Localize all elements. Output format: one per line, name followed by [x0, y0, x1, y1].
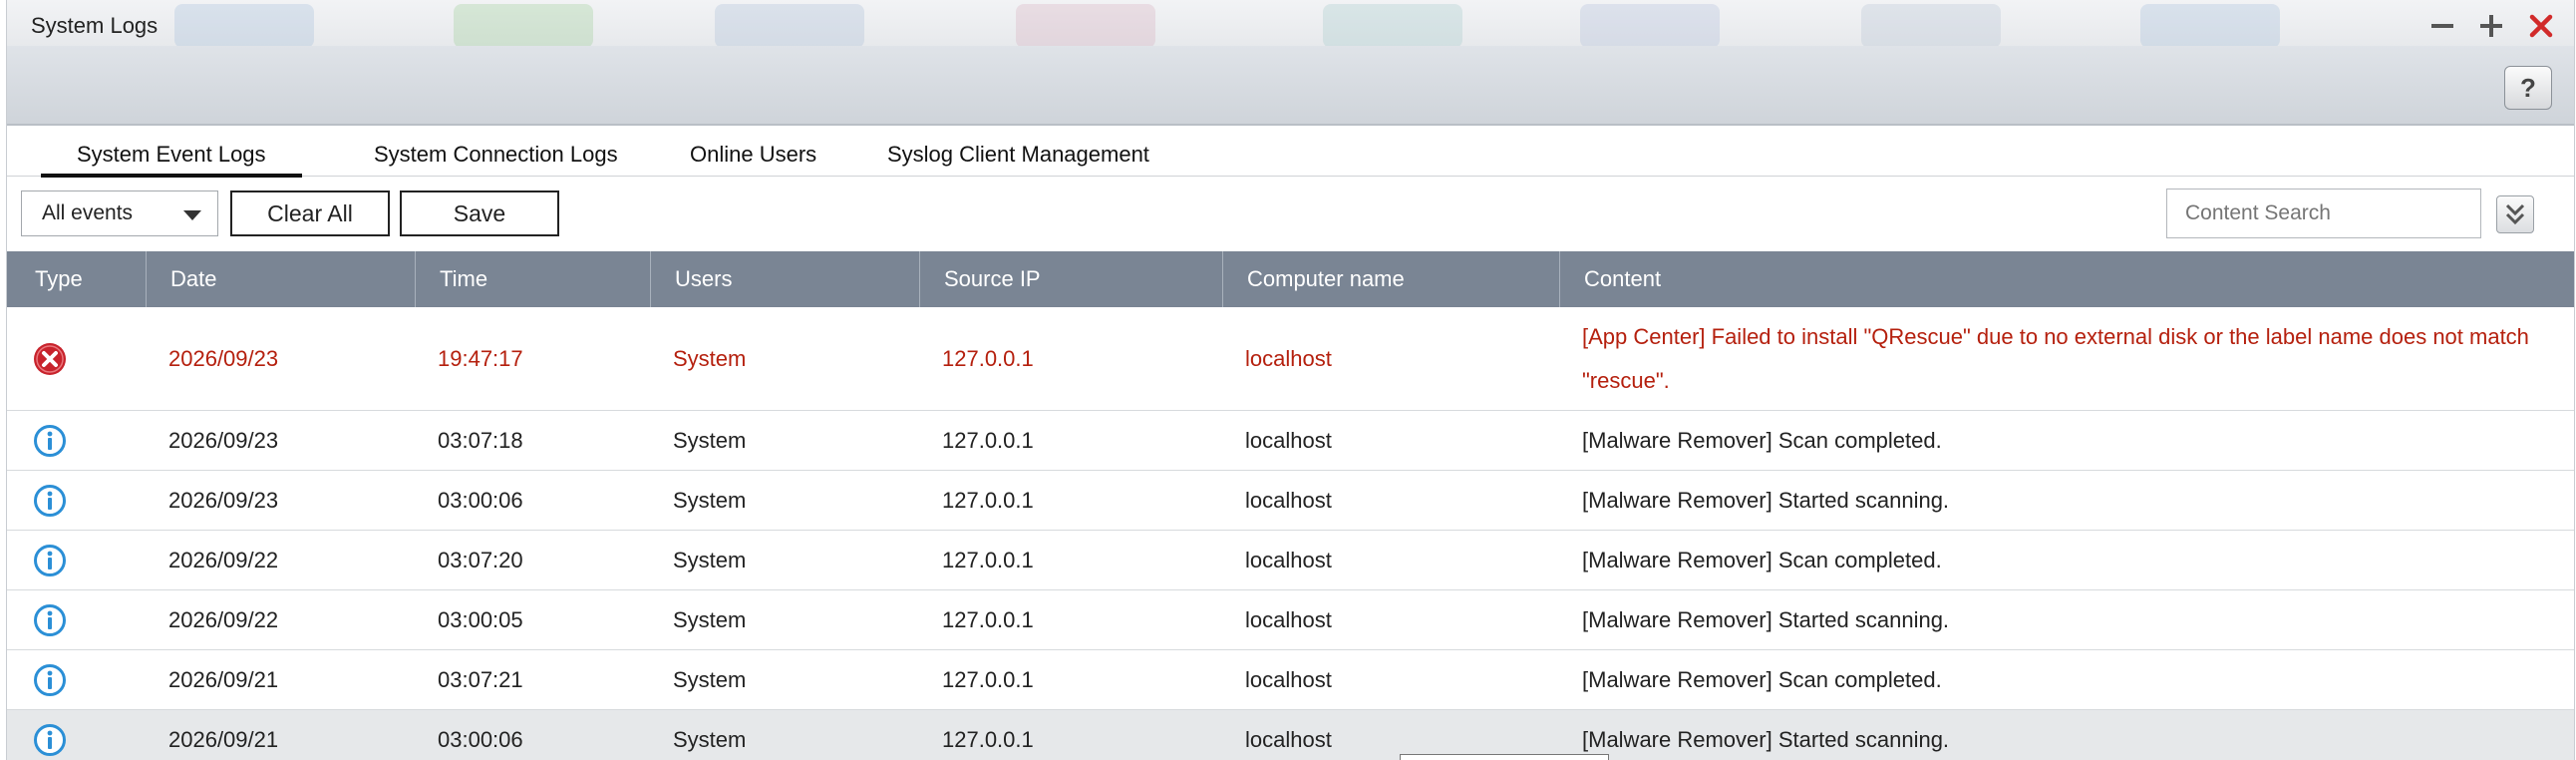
cell-content: [Malware Remover] Scan completed. — [1582, 667, 1942, 692]
tab-bar: System Event Logs System Connection Logs… — [7, 128, 2574, 178]
cell-source-ip: 127.0.0.1 — [942, 727, 1034, 752]
cell-user: System — [673, 607, 747, 632]
error-icon — [34, 343, 66, 375]
log-table-header: Type Date Time Users Source IP Computer … — [7, 251, 2574, 307]
cell-date: 2026/09/23 — [168, 488, 279, 513]
cell-time: 03:07:20 — [438, 548, 523, 572]
column-header-users[interactable]: Users — [651, 251, 920, 307]
table-row[interactable]: 2026/09/23 03:00:06 System 127.0.0.1 localho… — [7, 471, 2574, 531]
chevron-down-icon — [183, 210, 201, 220]
content-search-input[interactable] — [2166, 189, 2481, 238]
cell-user: System — [673, 727, 747, 752]
tab-online-users[interactable]: Online Users — [690, 142, 816, 168]
double-chevron-down-icon — [2505, 203, 2525, 225]
cell-date: 2026/09/22 — [168, 548, 279, 572]
cell-source-ip: 127.0.0.1 — [942, 607, 1034, 632]
watermark-app-icon — [1016, 4, 1155, 48]
tab-syslog-client-management[interactable]: Syslog Client Management — [887, 142, 1149, 168]
cell-time: 19:47:17 — [438, 346, 523, 371]
watermark-app-icon — [1861, 4, 2001, 48]
cell-time: 03:07:21 — [438, 667, 523, 692]
watermark-app-icon — [715, 4, 864, 48]
cell-content: [Malware Remover] Started scanning. — [1582, 607, 1950, 632]
cell-computer-name: localhost — [1245, 488, 1332, 513]
cell-content: [Malware Remover] Scan completed. — [1582, 428, 1942, 453]
cell-source-ip: 127.0.0.1 — [942, 548, 1034, 572]
cell-date: 2026/09/21 — [168, 667, 279, 692]
event-filter-value: All events — [42, 201, 134, 224]
system-logs-window: System Logs ? System Event Logs System C… — [6, 0, 2575, 760]
table-row[interactable]: 2026/09/22 03:07:20 System 127.0.0.1 localho… — [7, 531, 2574, 590]
table-row[interactable]: 2026/09/23 19:47:17 System 127.0.0.1 localho… — [7, 307, 2574, 411]
column-header-type[interactable]: Type — [7, 251, 147, 307]
info-icon — [34, 604, 66, 636]
cell-content: [Malware Remover] Started scanning. — [1582, 727, 1950, 752]
tooltip-edge — [1400, 754, 1609, 760]
toolbar: All events Clear All Save — [7, 178, 2574, 249]
save-button[interactable]: Save — [400, 190, 559, 236]
cell-user: System — [673, 428, 747, 453]
cell-user: System — [673, 548, 747, 572]
cell-time: 03:00:06 — [438, 488, 523, 513]
watermark-app-icon — [2140, 4, 2280, 48]
watermark-app-icon — [1323, 4, 1462, 48]
cell-computer-name: localhost — [1245, 727, 1332, 752]
cell-computer-name: localhost — [1245, 548, 1332, 572]
cell-computer-name: localhost — [1245, 607, 1332, 632]
info-icon — [34, 485, 66, 517]
help-icon: ? — [2520, 72, 2536, 103]
column-header-computer-name[interactable]: Computer name — [1223, 251, 1560, 307]
column-header-date[interactable]: Date — [147, 251, 416, 307]
advanced-search-button[interactable] — [2496, 195, 2534, 233]
watermark-app-icon — [174, 4, 314, 48]
cell-source-ip: 127.0.0.1 — [942, 488, 1034, 513]
maximize-icon — [2480, 15, 2502, 37]
column-header-content[interactable]: Content — [1560, 251, 2574, 307]
table-row[interactable]: 2026/09/21 03:00:06 System 127.0.0.1 localho… — [7, 710, 2574, 760]
info-icon — [34, 724, 66, 756]
help-button[interactable]: ? — [2504, 66, 2552, 110]
table-row[interactable]: 2026/09/23 03:07:18 System 127.0.0.1 localho… — [7, 411, 2574, 471]
cell-source-ip: 127.0.0.1 — [942, 428, 1034, 453]
event-filter-dropdown[interactable]: All events — [21, 190, 218, 236]
cell-date: 2026/09/21 — [168, 727, 279, 752]
cell-date: 2026/09/23 — [168, 346, 279, 371]
info-icon — [34, 425, 66, 457]
table-row[interactable]: 2026/09/21 03:07:21 System 127.0.0.1 localho… — [7, 650, 2574, 710]
cell-time: 03:00:05 — [438, 607, 523, 632]
cell-user: System — [673, 667, 747, 692]
close-button[interactable] — [2521, 6, 2561, 46]
cell-source-ip: 127.0.0.1 — [942, 346, 1034, 371]
cell-computer-name: localhost — [1245, 667, 1332, 692]
cell-source-ip: 127.0.0.1 — [942, 667, 1034, 692]
column-header-time[interactable]: Time — [416, 251, 651, 307]
cell-user: System — [673, 346, 747, 371]
cell-content: [Malware Remover] Started scanning. — [1582, 488, 1950, 513]
cell-content: [App Center] Failed to install "QRescue"… — [1582, 324, 2529, 393]
clear-all-button[interactable]: Clear All — [230, 190, 390, 236]
header-bar: ? — [7, 46, 2574, 126]
info-icon — [34, 664, 66, 696]
tab-system-connection-logs[interactable]: System Connection Logs — [374, 142, 618, 168]
cell-computer-name: localhost — [1245, 428, 1332, 453]
cell-date: 2026/09/22 — [168, 607, 279, 632]
tab-system-event-logs[interactable]: System Event Logs — [41, 142, 302, 178]
close-icon — [2529, 14, 2553, 38]
info-icon — [34, 545, 66, 576]
table-row[interactable]: 2026/09/22 03:00:05 System 127.0.0.1 localho… — [7, 590, 2574, 650]
cell-user: System — [673, 488, 747, 513]
maximize-button[interactable] — [2471, 6, 2511, 46]
watermark-app-icon — [454, 4, 593, 48]
cell-time: 03:07:18 — [438, 428, 523, 453]
column-header-source-ip[interactable]: Source IP — [920, 251, 1223, 307]
watermark-app-icon — [1580, 4, 1720, 48]
title-bar: System Logs — [7, 0, 2574, 48]
minimize-button[interactable] — [2422, 6, 2462, 46]
window-title: System Logs — [31, 13, 159, 38]
cell-computer-name: localhost — [1245, 346, 1332, 371]
cell-content: [Malware Remover] Scan completed. — [1582, 548, 1942, 572]
minimize-icon — [2431, 24, 2453, 28]
cell-date: 2026/09/23 — [168, 428, 279, 453]
cell-time: 03:00:06 — [438, 727, 523, 752]
